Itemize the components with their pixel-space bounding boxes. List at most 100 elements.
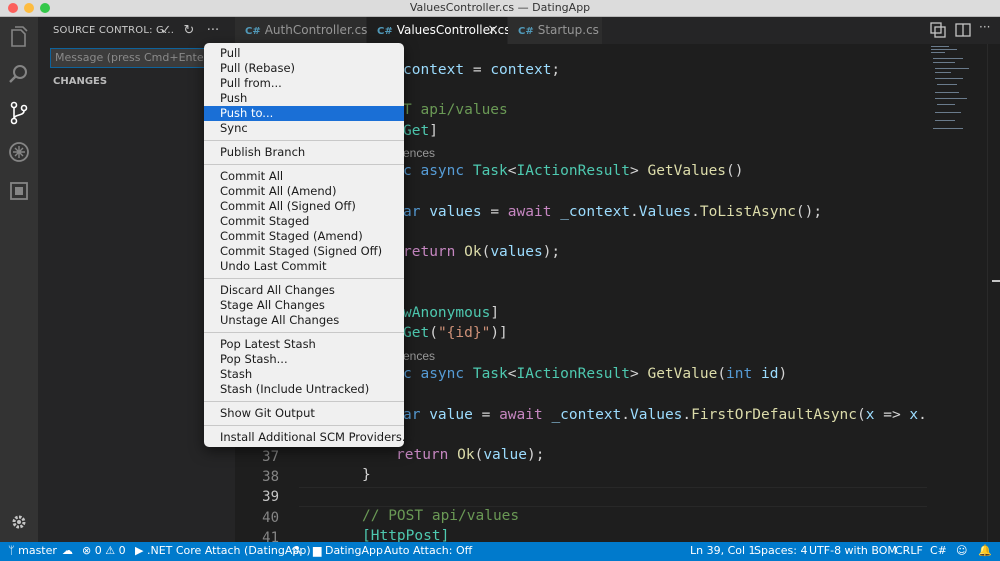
menu-separator [204, 278, 404, 279]
code-line: Get("{id}")] [403, 325, 508, 341]
codelens-references[interactable]: ences [403, 146, 435, 160]
search-icon[interactable] [7, 62, 31, 86]
panel-title: SOURCE CONTROL: G... [53, 25, 175, 36]
menu-item-publish-branch[interactable]: Publish Branch [204, 145, 404, 160]
changes-header[interactable]: CHANGES [53, 76, 107, 87]
line-endings[interactable]: CRLF [895, 544, 923, 557]
extensions-icon[interactable] [7, 179, 31, 203]
commit-check-icon[interactable]: ✓ [158, 23, 174, 39]
menu-item-unstage-all-changes[interactable]: Unstage All Changes [204, 313, 404, 328]
split-editor-icon[interactable] [955, 22, 971, 38]
debug-icon[interactable] [7, 140, 31, 164]
menu-item-commit-staged[interactable]: Commit Staged [204, 214, 404, 229]
code-line: return Ok(values); [403, 244, 561, 260]
feedback-icon[interactable]: ☺ [956, 544, 967, 557]
menu-item-pull-rebase[interactable]: Pull (Rebase) [204, 61, 404, 76]
line-number: 41 [262, 530, 279, 542]
current-line-highlight [299, 487, 927, 507]
code-line: // POST api/values [362, 508, 520, 524]
activity-bar [0, 17, 38, 542]
refresh-icon[interactable]: ↻ [181, 23, 197, 39]
minimap[interactable] [927, 44, 987, 542]
scm-more-actions-menu: Pull Pull (Rebase) Pull from... Push Push to… [204, 43, 413, 447]
line-number: 39 [262, 489, 279, 505]
editor-scrollbar[interactable] [987, 44, 1000, 542]
tab-startup[interactable]: C# Startup.cs [508, 17, 603, 44]
editor-more-icon[interactable]: ··· [979, 20, 990, 34]
menu-item-pop-latest-stash[interactable]: Pop Latest Stash [204, 337, 404, 352]
debug-launch-config[interactable]: ▶ .NET Core Attach (DatingApp) [135, 544, 311, 557]
editor-tabs: C# AuthController.cs C# ValuesController.c… [235, 17, 1000, 44]
line-number: 40 [262, 510, 279, 526]
tab-authcontroller[interactable]: C# AuthController.cs [235, 17, 367, 44]
play-icon: ▶ [135, 544, 147, 557]
codelens-references[interactable]: ences [403, 349, 435, 363]
code-line: ar value = await _context.Values.FirstOr… [403, 407, 927, 423]
menu-separator [204, 332, 404, 333]
code-line: return Ok(value); [396, 447, 545, 463]
tab-label: Startup.cs [537, 23, 599, 37]
code-line: [HttpPost] [362, 528, 450, 542]
menu-item-discard-all-changes[interactable]: Discard All Changes [204, 283, 404, 298]
menu-item-commit-all-signed-off[interactable]: Commit All (Signed Off) [204, 199, 404, 214]
close-tab-icon[interactable]: × [487, 17, 499, 44]
code-line: T api/values [403, 102, 508, 118]
menu-item-show-git-output[interactable]: Show Git Output [204, 406, 404, 421]
branch-indicator[interactable]: ᛘ master [8, 544, 57, 557]
gear-icon[interactable] [7, 510, 31, 534]
window-title: ValuesController.cs — DatingApp [409, 1, 591, 14]
csharp-file-icon: C# [518, 26, 534, 37]
menu-item-pull[interactable]: Pull [204, 46, 404, 61]
code-line: Get] [403, 123, 438, 139]
explorer-icon[interactable] [7, 24, 31, 48]
language-mode[interactable]: C# [930, 544, 947, 557]
line-number: 38 [262, 469, 279, 485]
menu-item-commit-staged-signed-off[interactable]: Commit Staged (Signed Off) [204, 244, 404, 259]
csharp-file-icon: C# [377, 26, 393, 37]
indentation[interactable]: Spaces: 4 [754, 544, 807, 557]
code-line: ar values = await _context.Values.ToList… [403, 204, 823, 220]
line-number: 37 [262, 449, 279, 465]
menu-item-stash-include-untracked[interactable]: Stash (Include Untracked) [204, 382, 404, 397]
tab-valuescontroller[interactable]: C# ValuesController.cs × [367, 17, 511, 44]
menu-item-push-to[interactable]: Push to... [204, 106, 404, 121]
menu-item-pop-stash[interactable]: Pop Stash... [204, 352, 404, 367]
menu-item-commit-all[interactable]: Commit All [204, 169, 404, 184]
menu-item-install-additional-scm-providers[interactable]: Install Additional SCM Providers... [204, 430, 413, 445]
code-line: c async Task<IActionResult> GetValues() [403, 163, 744, 179]
open-changes-icon[interactable] [930, 22, 946, 38]
code-line: c async Task<IActionResult> GetValue(int… [403, 366, 788, 382]
title-bar: ValuesController.cs — DatingApp [0, 0, 1000, 17]
status-bar: ᛘ master ☁ ⊗ 0 ⚠ 0 ▶ .NET Core Attach (D… [0, 542, 1000, 561]
code-line: } [362, 467, 371, 483]
sync-icon[interactable]: ☁ [62, 544, 73, 557]
menu-item-stage-all-changes[interactable]: Stage All Changes [204, 298, 404, 313]
cursor-position[interactable]: Ln 39, Col 1 [690, 544, 756, 557]
menu-item-commit-all-amend[interactable]: Commit All (Amend) [204, 184, 404, 199]
menu-item-stash[interactable]: Stash [204, 367, 404, 382]
problems-indicator[interactable]: ⊗ 0 ⚠ 0 [82, 544, 126, 557]
csharp-file-icon: C# [245, 26, 261, 37]
scroll-position-marker [992, 280, 1000, 282]
code-line: context = context; [403, 62, 561, 78]
encoding[interactable]: UTF-8 with BOM [809, 544, 897, 557]
run-icon[interactable]: ⚗ [291, 544, 301, 557]
source-control-icon[interactable] [7, 101, 31, 125]
tab-label: AuthController.cs [264, 23, 368, 37]
folder-indicator[interactable]: ▆ DatingApp [313, 544, 383, 557]
menu-item-undo-last-commit[interactable]: Undo Last Commit [204, 259, 404, 274]
auto-attach-toggle[interactable]: Auto Attach: Off [384, 544, 472, 557]
notifications-icon[interactable]: 🔔 [978, 544, 992, 557]
menu-item-pull-from[interactable]: Pull from... [204, 76, 404, 91]
git-branch-icon: ᛘ [8, 544, 19, 557]
menu-item-push[interactable]: Push [204, 91, 404, 106]
menu-separator [204, 164, 404, 165]
more-actions-icon[interactable]: ··· [205, 23, 221, 39]
menu-item-sync[interactable]: Sync [204, 121, 404, 136]
menu-item-commit-staged-amend[interactable]: Commit Staged (Amend) [204, 229, 404, 244]
code-line: wAnonymous] [403, 305, 500, 321]
menu-separator [204, 401, 404, 402]
menu-separator [204, 425, 404, 426]
menu-separator [204, 140, 404, 141]
warning-icon: ⚠ [105, 544, 119, 557]
